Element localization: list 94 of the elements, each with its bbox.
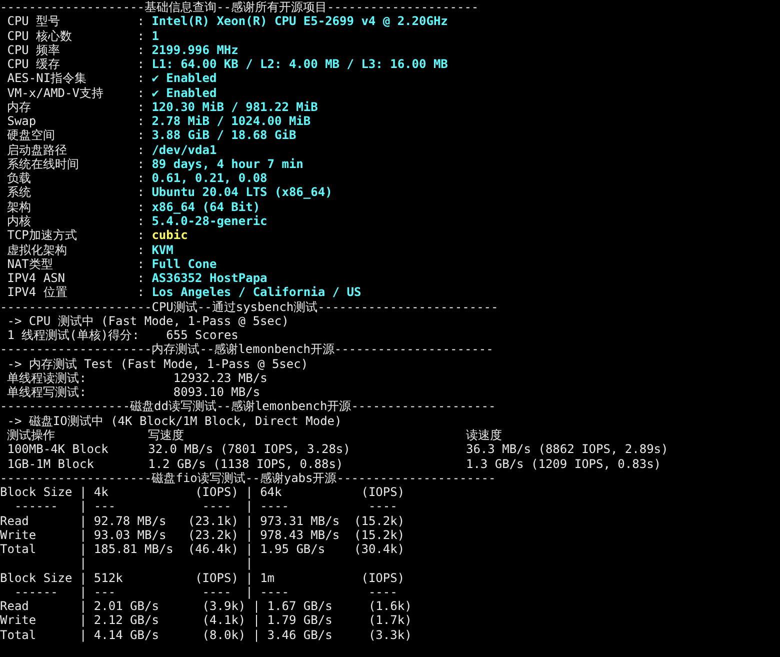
- score-value: 655 Scores: [166, 328, 238, 342]
- io-table-cell-text: 1.2 GB/s (1138 IOPS, 0.88s): [148, 456, 344, 471]
- info-value: 3.88 GiB / 18.68 GiB: [152, 128, 296, 143]
- info-value: Ubuntu 20.04 LTS (x86_64): [152, 185, 332, 200]
- io-table-cell: 1.3 GB/s (1209 IOPS, 0.83s): [466, 456, 662, 471]
- info-label: Swap: [7, 114, 38, 128]
- info-label: CPU 核心数: [7, 28, 74, 43]
- info-label: 启动盘路径: [7, 142, 68, 157]
- info-label: CPU 缓存: [7, 57, 62, 72]
- info-label: 架构: [7, 200, 32, 214]
- colon-separator: :: [137, 185, 146, 200]
- colon-separator: :: [137, 57, 146, 72]
- info-label: VM-x/AMD-V支持: [7, 86, 104, 100]
- info-value: Intel(R) Xeon(R) CPU E5-2699 v4 @ 2.20GHz: [152, 14, 448, 29]
- info-value: ✔ Enabled: [152, 86, 217, 100]
- info-label: IPV4 位置: [7, 285, 68, 300]
- section-header: ---------------------磁盘fio读写测试--感谢yabs开源----------------------: [0, 470, 496, 486]
- colon-separator: :: [137, 100, 146, 114]
- info-label: 内核: [7, 214, 32, 228]
- score-label: 1 线程测试(单核)得分:: [7, 328, 140, 342]
- colon-separator: :: [137, 200, 146, 214]
- info-value: x86_64 (64 Bit): [152, 200, 260, 214]
- io-table-cell: 读速度: [466, 428, 502, 442]
- fio-table-row: Read | 92.78 MB/s (23.1k) | 973.31 MB/s (15.2k): [0, 514, 405, 528]
- colon-separator: :: [137, 256, 146, 272]
- fio-table-row: Write | 93.03 MB/s (23.2k) | 978.43 MB/s (15.2k): [0, 528, 405, 542]
- memory-value: 8093.10 MB/s: [173, 385, 260, 400]
- info-label: 系统: [7, 185, 32, 200]
- info-value: AS36352 HostPapa: [152, 271, 268, 286]
- info-label: 虚拟化架构: [7, 242, 68, 257]
- colon-separator: :: [137, 14, 146, 29]
- memory-value: 12932.23 MB/s: [173, 370, 268, 386]
- fio-table-row: Block Size | 4k (IOPS) | 64k (IOPS): [0, 485, 405, 500]
- memory-label: 单线程读测试:: [7, 370, 88, 386]
- fio-table-row: Write | 2.12 GB/s (4.1k) | 1.79 GB/s (1.7k): [0, 613, 412, 628]
- status-message: -> 磁盘IO测试中 (4K Block/1M Block, Direct Mode): [7, 414, 342, 428]
- colon-separator: :: [137, 214, 146, 228]
- info-value: Los Angeles / California / US: [152, 285, 362, 300]
- colon-separator: :: [137, 71, 146, 86]
- info-value: /dev/vda1: [152, 142, 217, 157]
- io-table-cell-text: 100MB-4K Block: [7, 442, 110, 457]
- section-header: ---------------------内存测试--感谢lemonbench开源----------------------: [0, 342, 494, 357]
- info-label: TCP加速方式: [7, 228, 78, 243]
- info-value: Full Cone: [152, 256, 217, 272]
- colon-separator: :: [137, 128, 146, 143]
- info-label: 内存: [7, 100, 32, 114]
- colon-separator: :: [137, 142, 146, 157]
- info-label: NAT类型: [7, 256, 54, 272]
- status-message: -> CPU 测试中 (Fast Mode, 1-Pass @ 5sec): [7, 314, 289, 328]
- info-label: 硬盘空间: [7, 128, 56, 143]
- info-label: AES-NI指令集: [7, 71, 88, 86]
- fio-table-row: Read | 2.01 GB/s (3.9k) | 1.67 GB/s (1.6k): [0, 599, 412, 614]
- info-value: cubic: [152, 228, 188, 243]
- info-value: L1: 64.00 KB / L2: 4.00 MB / L3: 16.00 MB: [152, 57, 448, 72]
- colon-separator: :: [137, 114, 146, 128]
- info-label: 系统在线时间: [7, 156, 80, 172]
- colon-separator: :: [137, 285, 146, 300]
- fio-table-row-text: ------ | --- ---- | ---- ----: [13, 499, 398, 514]
- section-header: ------------------磁盘dd读写测试--感谢lemonbench开源--------------------: [0, 399, 496, 414]
- fio-table-row: Total | 4.14 GB/s (8.0k) | 3.46 GB/s (3.3k): [0, 628, 412, 642]
- io-table-cell-text: 32.0 MB/s (7801 IOPS, 3.28s): [148, 442, 352, 457]
- info-value: 89 days, 4 hour 7 min: [152, 156, 304, 172]
- colon-separator: :: [137, 242, 146, 257]
- colon-separator: :: [137, 156, 146, 172]
- info-value: ✔ Enabled: [152, 71, 217, 86]
- io-table-cell: 36.3 MB/s (8862 IOPS, 2.89s): [466, 442, 668, 457]
- info-value: 2.78 MiB / 1024.00 MiB: [152, 114, 311, 128]
- io-table-cell-text: 写速度: [148, 428, 186, 442]
- info-value: KVM: [152, 242, 174, 257]
- info-value: 120.30 MiB / 981.22 MiB: [152, 100, 318, 114]
- info-label: 负载: [7, 171, 32, 186]
- section-header: --------------------基础信息查询--感谢所有开源项目---------------------: [0, 0, 479, 14]
- colon-separator: :: [137, 271, 146, 286]
- info-label: IPV4 ASN: [7, 271, 66, 286]
- info-value: 0.61, 0.21, 0.08: [152, 171, 268, 186]
- colon-separator: :: [137, 171, 146, 186]
- io-table-cell-text: 1GB-1M Block: [7, 456, 95, 471]
- info-label: CPU 型号: [7, 14, 62, 29]
- info-label: CPU 频率: [7, 42, 62, 58]
- colon-separator: :: [137, 228, 146, 243]
- colon-separator: :: [137, 42, 146, 58]
- colon-separator: :: [137, 28, 146, 43]
- colon-separator: :: [137, 86, 146, 100]
- section-header: ---------------------CPU测试--通过sysbench测试-------------------------: [0, 300, 498, 314]
- info-value: 5.4.0-28-generic: [152, 214, 268, 228]
- info-value: 2199.996 MHz: [152, 42, 238, 58]
- memory-label: 单线程写测试:: [7, 385, 88, 400]
- fio-table-row: Block Size | 512k (IOPS) | 1m (IOPS): [0, 570, 405, 585]
- status-message: -> 内存测试 Test (Fast Mode, 1-Pass @ 5sec): [7, 356, 308, 371]
- io-table-cell-text: 测试操作: [7, 428, 56, 442]
- fio-table-row: Total | 185.81 MB/s (46.4k) | 1.95 GB/s (30.4k): [0, 542, 405, 556]
- info-value: 1: [152, 28, 159, 43]
- fio-table-row-text: | |: [78, 556, 254, 571]
- fio-table-row-text: ------ | --- ---- | ---- ----: [13, 584, 398, 600]
